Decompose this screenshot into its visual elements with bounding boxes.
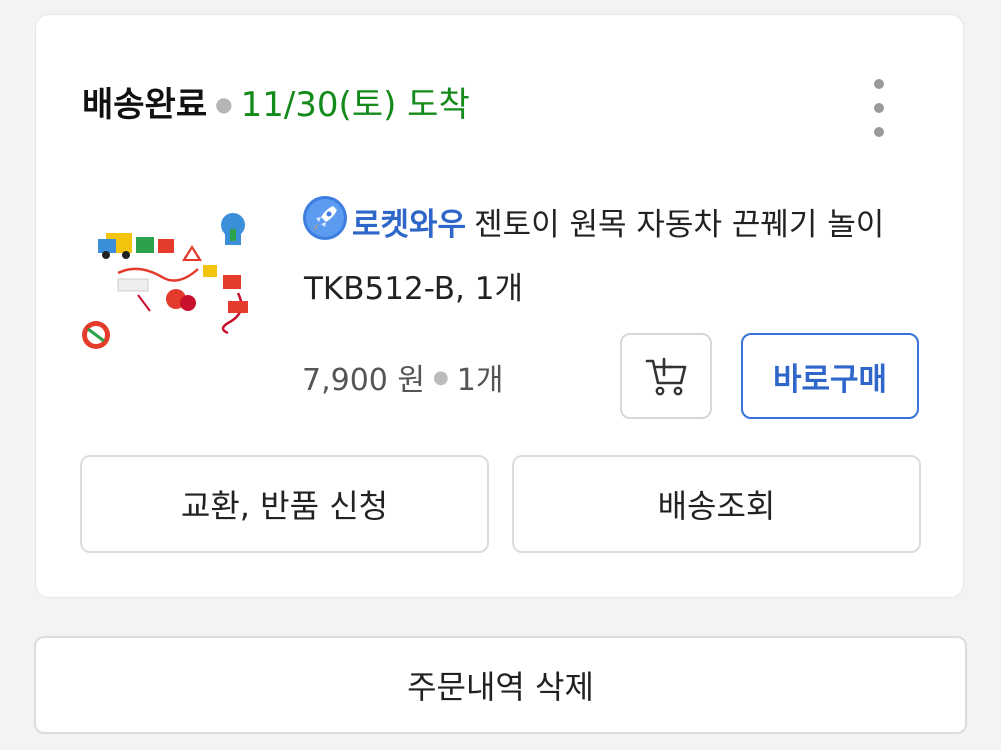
- exchange-return-button[interactable]: 교환, 반품 신청: [80, 455, 489, 553]
- product-title[interactable]: 로켓와우 젠토이 원목 자동차 끈꿰기 놀이 TKB512-B, 1개: [304, 193, 914, 321]
- product-price: 7,900 원: [302, 363, 426, 398]
- arrival-date: 11/30(토) 도착: [240, 85, 470, 125]
- product-quantity: 1개: [456, 363, 504, 398]
- delete-order-button[interactable]: 주문내역 삭제: [34, 636, 967, 734]
- brand-label: 로켓와우: [352, 207, 467, 243]
- add-to-cart-icon: [645, 357, 687, 396]
- product-thumbnail[interactable]: [78, 203, 268, 363]
- delivery-status: 배송완료: [82, 85, 208, 125]
- separator-dot: ●: [215, 91, 233, 116]
- order-status-line: 배송완료 ● 11/30(토) 도착: [82, 77, 470, 126]
- add-to-cart-button[interactable]: [620, 333, 712, 419]
- track-delivery-button[interactable]: 배송조회: [512, 455, 921, 553]
- price-line: 7,900 원 ● 1개: [302, 355, 503, 399]
- separator-dot: ●: [433, 366, 449, 388]
- buy-now-button[interactable]: 바로구매: [741, 333, 919, 419]
- order-card: 배송완료 ● 11/30(토) 도착 로켓와우 젠토이 원목 자동차 끈꿰기 놀…: [35, 14, 964, 598]
- more-options-icon[interactable]: [868, 75, 890, 141]
